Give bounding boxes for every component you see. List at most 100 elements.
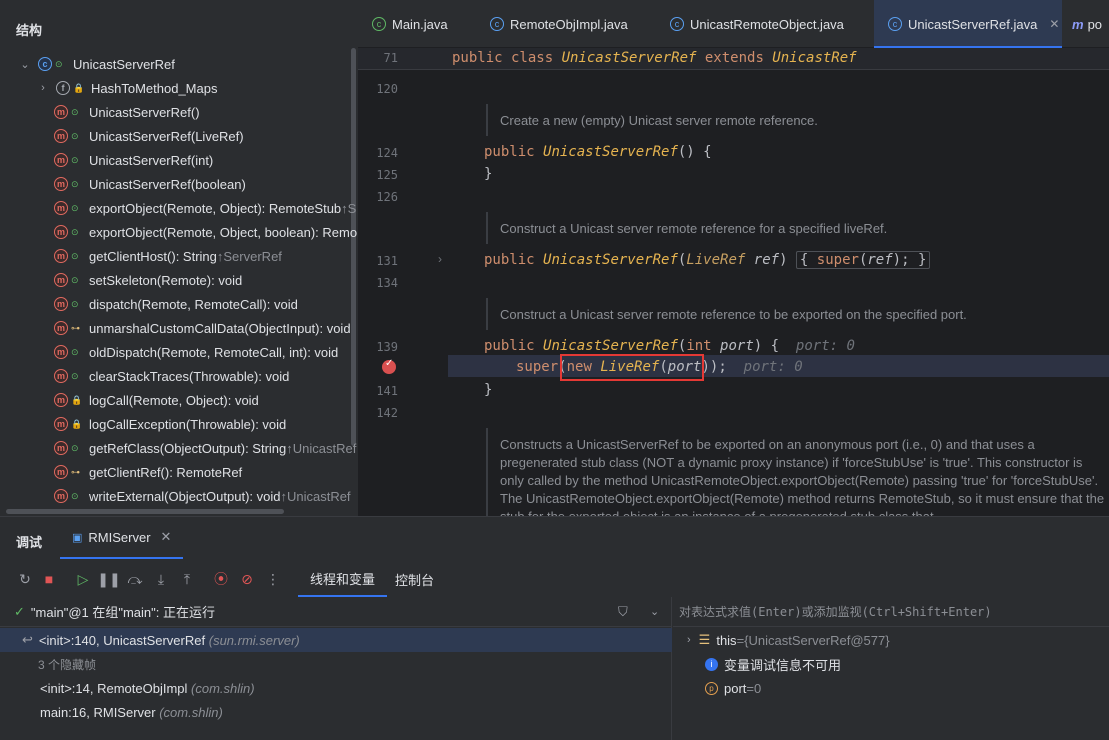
more-icon[interactable]: ⋮ <box>264 570 282 588</box>
tab-remoteobjimpl[interactable]: c RemoteObjImpl.java <box>490 0 660 48</box>
tree-item[interactable]: m ⊙ UnicastServerRef(LiveRef) <box>54 124 244 148</box>
close-icon[interactable]: ✕ <box>1049 17 1059 31</box>
frame-row[interactable]: <init>:14, RemoteObjImpl (com.shlin) <box>0 676 672 700</box>
breakpoint-icon[interactable] <box>382 358 396 374</box>
hidden-frames-row[interactable]: 3 个隐藏帧 <box>0 652 672 676</box>
tree-item-label: clearStackTraces(Throwable): void <box>89 368 290 384</box>
tab-unicastserverref[interactable]: c UnicastServerRef.java ✕ <box>874 0 1062 48</box>
method-icon: m <box>54 465 68 479</box>
variable-row: i 变量调试信息不可用 <box>673 652 1109 676</box>
public-icon: ⊙ <box>71 274 79 285</box>
chevron-right-icon[interactable]: › <box>687 634 691 646</box>
highlight-box <box>560 354 704 381</box>
javadoc-block: Constructs a UnicastServerRef to be expo… <box>486 428 1106 516</box>
tab-unicastremoteobject[interactable]: c UnicastRemoteObject.java <box>670 0 860 48</box>
tree-item-label: unmarshalCustomCallData(ObjectInput): vo… <box>89 320 351 336</box>
frame-method: <init>:14, RemoteObjImpl <box>40 680 188 696</box>
resume-icon[interactable]: ▷ <box>74 570 92 588</box>
tree-root-class[interactable]: ⌄ c ⊙ UnicastServerRef <box>18 52 174 76</box>
method-icon: m <box>54 321 68 335</box>
line-number: 125 <box>376 168 398 182</box>
public-icon: ⊙ <box>71 442 79 453</box>
tree-item[interactable]: m ⊙ getRefClass(ObjectOutput): String ↑Uni… <box>54 436 356 460</box>
tree-item[interactable]: m ⊙ UnicastServerRef(boolean) <box>54 172 246 196</box>
line-number: 134 <box>376 276 398 290</box>
parameter-icon: p <box>705 681 718 695</box>
variable-name: this <box>716 632 737 648</box>
method-icon: m <box>1072 16 1084 32</box>
stop-icon[interactable]: ■ <box>40 570 58 588</box>
variable-row[interactable]: › ☰ this = {UnicastServerRef@577} <box>673 628 1109 652</box>
hidden-frames-label: 3 个隐藏帧 <box>38 657 97 672</box>
code-editor[interactable]: 71 public class UnicastServerRef extends… <box>358 48 1109 516</box>
return-arrow-icon: ↩ <box>22 632 33 647</box>
tab-overflow[interactable]: m po <box>1072 0 1109 48</box>
tree-item-label: logCall(Remote, Object): void <box>89 392 259 408</box>
pause-icon[interactable]: ❚❚ <box>97 570 120 588</box>
check-icon: ✓ <box>14 603 25 619</box>
editor-tabs: c Main.java c RemoteObjImpl.java c Unica… <box>358 0 1109 48</box>
tree-item-label: UnicastServerRef(boolean) <box>89 176 246 192</box>
tree-item[interactable]: m ⊙ exportObject(Remote, Object): RemoteSt… <box>54 196 356 220</box>
debug-title: 调试 <box>16 535 43 550</box>
tree-item[interactable]: m ⊙ exportObject(Remote, Object, boolean):… <box>54 220 357 244</box>
tree-item[interactable]: m 🔒 logCallException(Throwable): void <box>54 412 286 436</box>
chevron-down-icon[interactable]: ⌄ <box>650 605 659 618</box>
tree-item[interactable]: m ⊙ oldDispatch(Remote, RemoteCall, int): … <box>54 340 338 364</box>
variable-name: port <box>724 680 747 696</box>
thread-status: "main"@1 在组"main": 正在运行 <box>30 605 215 620</box>
tree-item[interactable]: m ⊙ writeExternal(ObjectOutput): void ↑Uni… <box>54 484 351 508</box>
tab-label: po <box>1087 16 1103 32</box>
view-breakpoints-icon[interactable]: ⦿ <box>212 570 230 588</box>
tab-threads-variables[interactable]: 线程和变量 <box>298 561 388 597</box>
frame-row[interactable]: main:16, RMIServer (com.shlin) <box>0 700 672 724</box>
tab-main-java[interactable]: c Main.java <box>372 0 482 48</box>
tree-item[interactable]: m ⊙ setSkeleton(Remote): void <box>54 268 242 292</box>
tree-item[interactable]: m ⊙ UnicastServerRef() <box>54 100 200 124</box>
variable-value: {UnicastServerRef@577} <box>744 632 890 648</box>
step-over-icon[interactable]: ⤼ <box>126 570 144 588</box>
close-icon[interactable]: ✕ <box>161 529 172 545</box>
tree-item[interactable]: m ⊙ dispatch(Remote, RemoteCall): void <box>54 292 298 316</box>
run-config-tab[interactable]: ▣ RMIServer ✕ <box>60 517 184 559</box>
method-icon: m <box>54 441 68 455</box>
public-icon: ⊙ <box>71 346 79 357</box>
tab-label: 控制台 <box>395 572 435 588</box>
javadoc-text: Constructs a UnicastServerRef to be expo… <box>500 437 1105 516</box>
tree-item[interactable]: m ⊙ clearStackTraces(Throwable): void <box>54 364 289 388</box>
tab-console[interactable]: 控制台 <box>383 561 446 597</box>
step-into-icon[interactable]: ⤓ <box>152 570 170 588</box>
frame-package: (com.shlin) <box>159 704 223 720</box>
info-message: 变量调试信息不可用 <box>724 657 842 673</box>
tree-item[interactable]: m ⊙ UnicastServerRef(int) <box>54 148 213 172</box>
tree-item[interactable]: m 🔒 logCall(Remote, Object): void <box>54 388 259 412</box>
rerun-icon[interactable]: ↻ <box>16 570 34 588</box>
structure-hscrollbar[interactable] <box>6 509 284 514</box>
method-icon: m <box>54 489 68 503</box>
chevron-down-icon[interactable]: ⌄ <box>18 58 32 71</box>
tree-item-label: dispatch(Remote, RemoteCall): void <box>89 296 298 312</box>
tab-label: 线程和变量 <box>310 571 376 587</box>
filter-icon[interactable]: ⛉ <box>618 604 628 620</box>
method-icon: m <box>54 153 68 167</box>
public-icon: ⊙ <box>71 226 79 237</box>
chevron-right-icon[interactable]: › <box>36 82 50 94</box>
fold-chevron-icon[interactable]: › <box>438 252 442 266</box>
tree-item[interactable]: m ⊙ getClientHost(): String ↑ServerRef <box>54 244 282 268</box>
tree-item-label: oldDispatch(Remote, RemoteCall, int): vo… <box>89 344 339 360</box>
method-icon: m <box>54 345 68 359</box>
structure-scrollbar[interactable] <box>351 48 356 446</box>
tree-item[interactable]: m ⊶ getClientRef(): RemoteRef <box>54 460 242 484</box>
tree-item[interactable]: › f 🔒 HashToMethod_Maps <box>36 76 217 100</box>
tree-item-label: exportObject(Remote, Object): RemoteStub <box>89 200 342 216</box>
frame-row[interactable]: ↩ <init>:140, UnicastServerRef (sun.rmi.… <box>0 628 672 652</box>
variable-row[interactable]: p port = 0 <box>673 676 1109 700</box>
tab-label: Main.java <box>392 16 448 32</box>
tree-item[interactable]: m ⊶ unmarshalCustomCallData(ObjectInput): … <box>54 316 351 340</box>
evaluate-input[interactable]: 对表达式求值(Enter)或添加监视(Ctrl+Shift+Enter) <box>673 597 1109 627</box>
mute-breakpoints-icon[interactable]: ⊘ <box>238 570 256 588</box>
tree-item-suffix: ↑UnicastRef <box>286 440 357 456</box>
thread-selector[interactable]: ✓ "main"@1 在组"main": 正在运行 ⛉ ⌄ <box>0 597 672 627</box>
javadoc-block: Construct a Unicast server remote refere… <box>486 212 1109 244</box>
step-out-icon[interactable]: ⤒ <box>178 570 196 588</box>
